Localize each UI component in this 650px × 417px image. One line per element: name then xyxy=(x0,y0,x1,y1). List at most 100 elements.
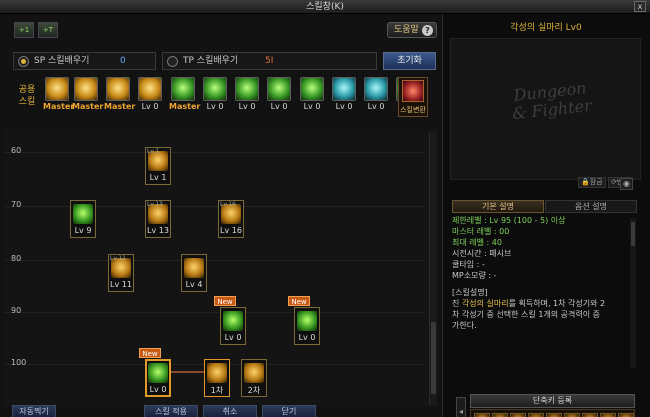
skill-level: Lv 9 xyxy=(74,226,92,235)
swirl-icon xyxy=(300,77,324,101)
common-skill-level: Master xyxy=(43,102,75,111)
hotkey-slot-9[interactable] xyxy=(618,413,634,417)
required-level: 제한레벨 : Lv 95 (100 - 5) 이상 xyxy=(452,216,566,225)
skill-icon xyxy=(223,311,243,331)
tree-skill-1[interactable]: Lv.1 Lv 1 xyxy=(145,147,171,185)
hotkey-slots xyxy=(470,409,635,417)
apply-button[interactable]: 스킬 적용 xyxy=(144,405,198,417)
tree-skill-6[interactable]: Lv 4 xyxy=(181,254,207,292)
description-scrollbar[interactable] xyxy=(630,218,636,368)
hotkey-slot-1[interactable] xyxy=(474,413,490,417)
hotkey-slot-6[interactable] xyxy=(564,413,580,417)
skill-description: 제한레벨 : Lv 95 (100 - 5) 이상 마스터 레벨 : 00 최대… xyxy=(452,215,630,331)
question-icon: ? xyxy=(422,25,433,36)
sp-learn-toggle[interactable]: SP 스킬배우기 0 xyxy=(13,52,156,70)
tp-label: TP 스킬배우기 xyxy=(183,56,239,66)
filter-tab-1[interactable]: +1 xyxy=(14,22,34,38)
common-skill-4[interactable]: Lv 0 xyxy=(136,77,164,115)
common-skill-10[interactable]: Lv 0 xyxy=(330,77,358,115)
common-skill-9[interactable]: Lv 0 xyxy=(298,77,326,115)
auto-learn-button[interactable]: 자동찍기 xyxy=(12,405,56,417)
common-skill-5[interactable]: Master xyxy=(169,77,201,115)
radio-selected-icon xyxy=(18,56,29,67)
tree-skill-8[interactable]: Lv 0 xyxy=(294,307,320,345)
tree-skill-2[interactable]: Lv 9 xyxy=(70,200,96,238)
tree-scroll-thumb[interactable] xyxy=(431,322,436,394)
new-badge: New xyxy=(139,348,161,358)
close-button[interactable]: 닫기 xyxy=(262,405,316,417)
cancel-button[interactable]: 취소 xyxy=(203,405,257,417)
master-level: 마스터 레벨 : 00 xyxy=(452,227,510,236)
common-skill-level: Lv 0 xyxy=(141,102,159,111)
awaken-icon xyxy=(402,80,424,102)
level-marker: 70 xyxy=(11,200,22,209)
camera-icon[interactable]: ◉ xyxy=(620,178,633,190)
skill-icon xyxy=(184,258,204,278)
description-heading: [스킬설명] xyxy=(452,288,488,297)
lightbulb-icon xyxy=(138,77,162,101)
skill-level: 2차 xyxy=(247,386,261,395)
hotkey-slot-3[interactable] xyxy=(510,413,526,417)
skill-name: 각성의 실마리 Lv0 xyxy=(510,23,582,33)
common-skill-level: Lv 0 xyxy=(367,102,385,111)
game-logo: Dungeon & Fighter xyxy=(511,78,593,124)
hotkey-slot-2[interactable] xyxy=(492,413,508,417)
tp-learn-toggle[interactable]: TP 스킬배우기 5I xyxy=(162,52,377,70)
help-button[interactable]: 도움말 ? xyxy=(387,22,437,38)
common-skill-level: Master xyxy=(169,102,201,111)
description-scroll-thumb[interactable] xyxy=(631,222,635,246)
tab-option-description[interactable]: 옵션 설명 xyxy=(545,200,637,213)
common-skill-1[interactable]: Master xyxy=(43,77,75,115)
common-skill-level: Master xyxy=(72,102,104,111)
new-badge: New xyxy=(288,296,310,306)
tree-skill-11[interactable]: 2차 xyxy=(241,359,267,397)
skill-level: Lv 4 xyxy=(185,280,203,289)
skill-icon xyxy=(148,363,168,383)
common-skill-level: Lv 0 xyxy=(238,102,256,111)
description-line-1: 진 각성의 실마리를 획득하며, 1차 각성기와 2 xyxy=(452,299,606,308)
level-marker: 100 xyxy=(11,358,27,367)
filter-tab-t[interactable]: +T xyxy=(38,22,58,38)
skill-level: 1차 xyxy=(210,386,224,395)
hotkey-slot-8[interactable] xyxy=(600,413,616,417)
skill-convert-button[interactable]: 스킬변환 xyxy=(398,77,428,117)
common-skill-3[interactable]: Master xyxy=(104,77,135,115)
level-marker: 60 xyxy=(11,146,22,155)
tree-skill-4[interactable]: Lv.16 Lv 16 xyxy=(218,200,244,238)
common-skill-2[interactable]: Master xyxy=(72,77,104,115)
lock-button[interactable]: 🔒잠금 xyxy=(578,177,606,188)
tree-scrollbar[interactable] xyxy=(429,132,437,405)
lion-icon xyxy=(45,77,69,101)
skill-level: Lv 16 xyxy=(220,226,242,235)
hotkey-register-label: 단축키 등록 xyxy=(470,394,635,408)
hotkey-slot-5[interactable] xyxy=(546,413,562,417)
hotkey-arrow-icon[interactable]: ◂ xyxy=(456,397,466,417)
common-skill-8[interactable]: Lv 0 xyxy=(265,77,293,115)
level-marker: 80 xyxy=(11,254,22,263)
tree-skill-9[interactable]: Lv 0 xyxy=(145,359,171,397)
tree-connector xyxy=(171,371,207,373)
tab-basic-description[interactable]: 기본 설명 xyxy=(452,200,544,213)
common-skill-level: Lv 0 xyxy=(206,102,224,111)
skill-level: Lv 1 xyxy=(149,173,167,182)
tree-skill-3[interactable]: Lv.13 Lv 13 xyxy=(145,200,171,238)
skill-convert-label: 스킬변환 xyxy=(400,106,426,114)
common-skill-11[interactable]: Lv 0 xyxy=(362,77,390,115)
common-skill-7[interactable]: Lv 0 xyxy=(233,77,261,115)
close-icon[interactable]: x xyxy=(634,1,646,12)
cast-time: 시전시간 : 패시브 xyxy=(452,249,512,258)
muscle-icon xyxy=(364,77,388,101)
level-divider xyxy=(4,260,424,261)
skill-icon xyxy=(73,204,93,224)
skill-level: Lv 0 xyxy=(298,333,316,342)
tp-value: 5I xyxy=(265,56,274,66)
window-titlebar: 스킬창(K) x xyxy=(0,0,650,14)
window-title: 스킬창(K) xyxy=(306,2,344,12)
reset-button[interactable]: 초기화 xyxy=(383,52,436,70)
hotkey-slot-4[interactable] xyxy=(528,413,544,417)
tree-skill-10[interactable]: 1차 xyxy=(204,359,230,397)
common-skill-6[interactable]: Lv 0 xyxy=(201,77,229,115)
hotkey-slot-7[interactable] xyxy=(582,413,598,417)
tree-skill-5[interactable]: Lv.11 Lv 11 xyxy=(108,254,134,292)
tree-skill-7[interactable]: Lv 0 xyxy=(220,307,246,345)
